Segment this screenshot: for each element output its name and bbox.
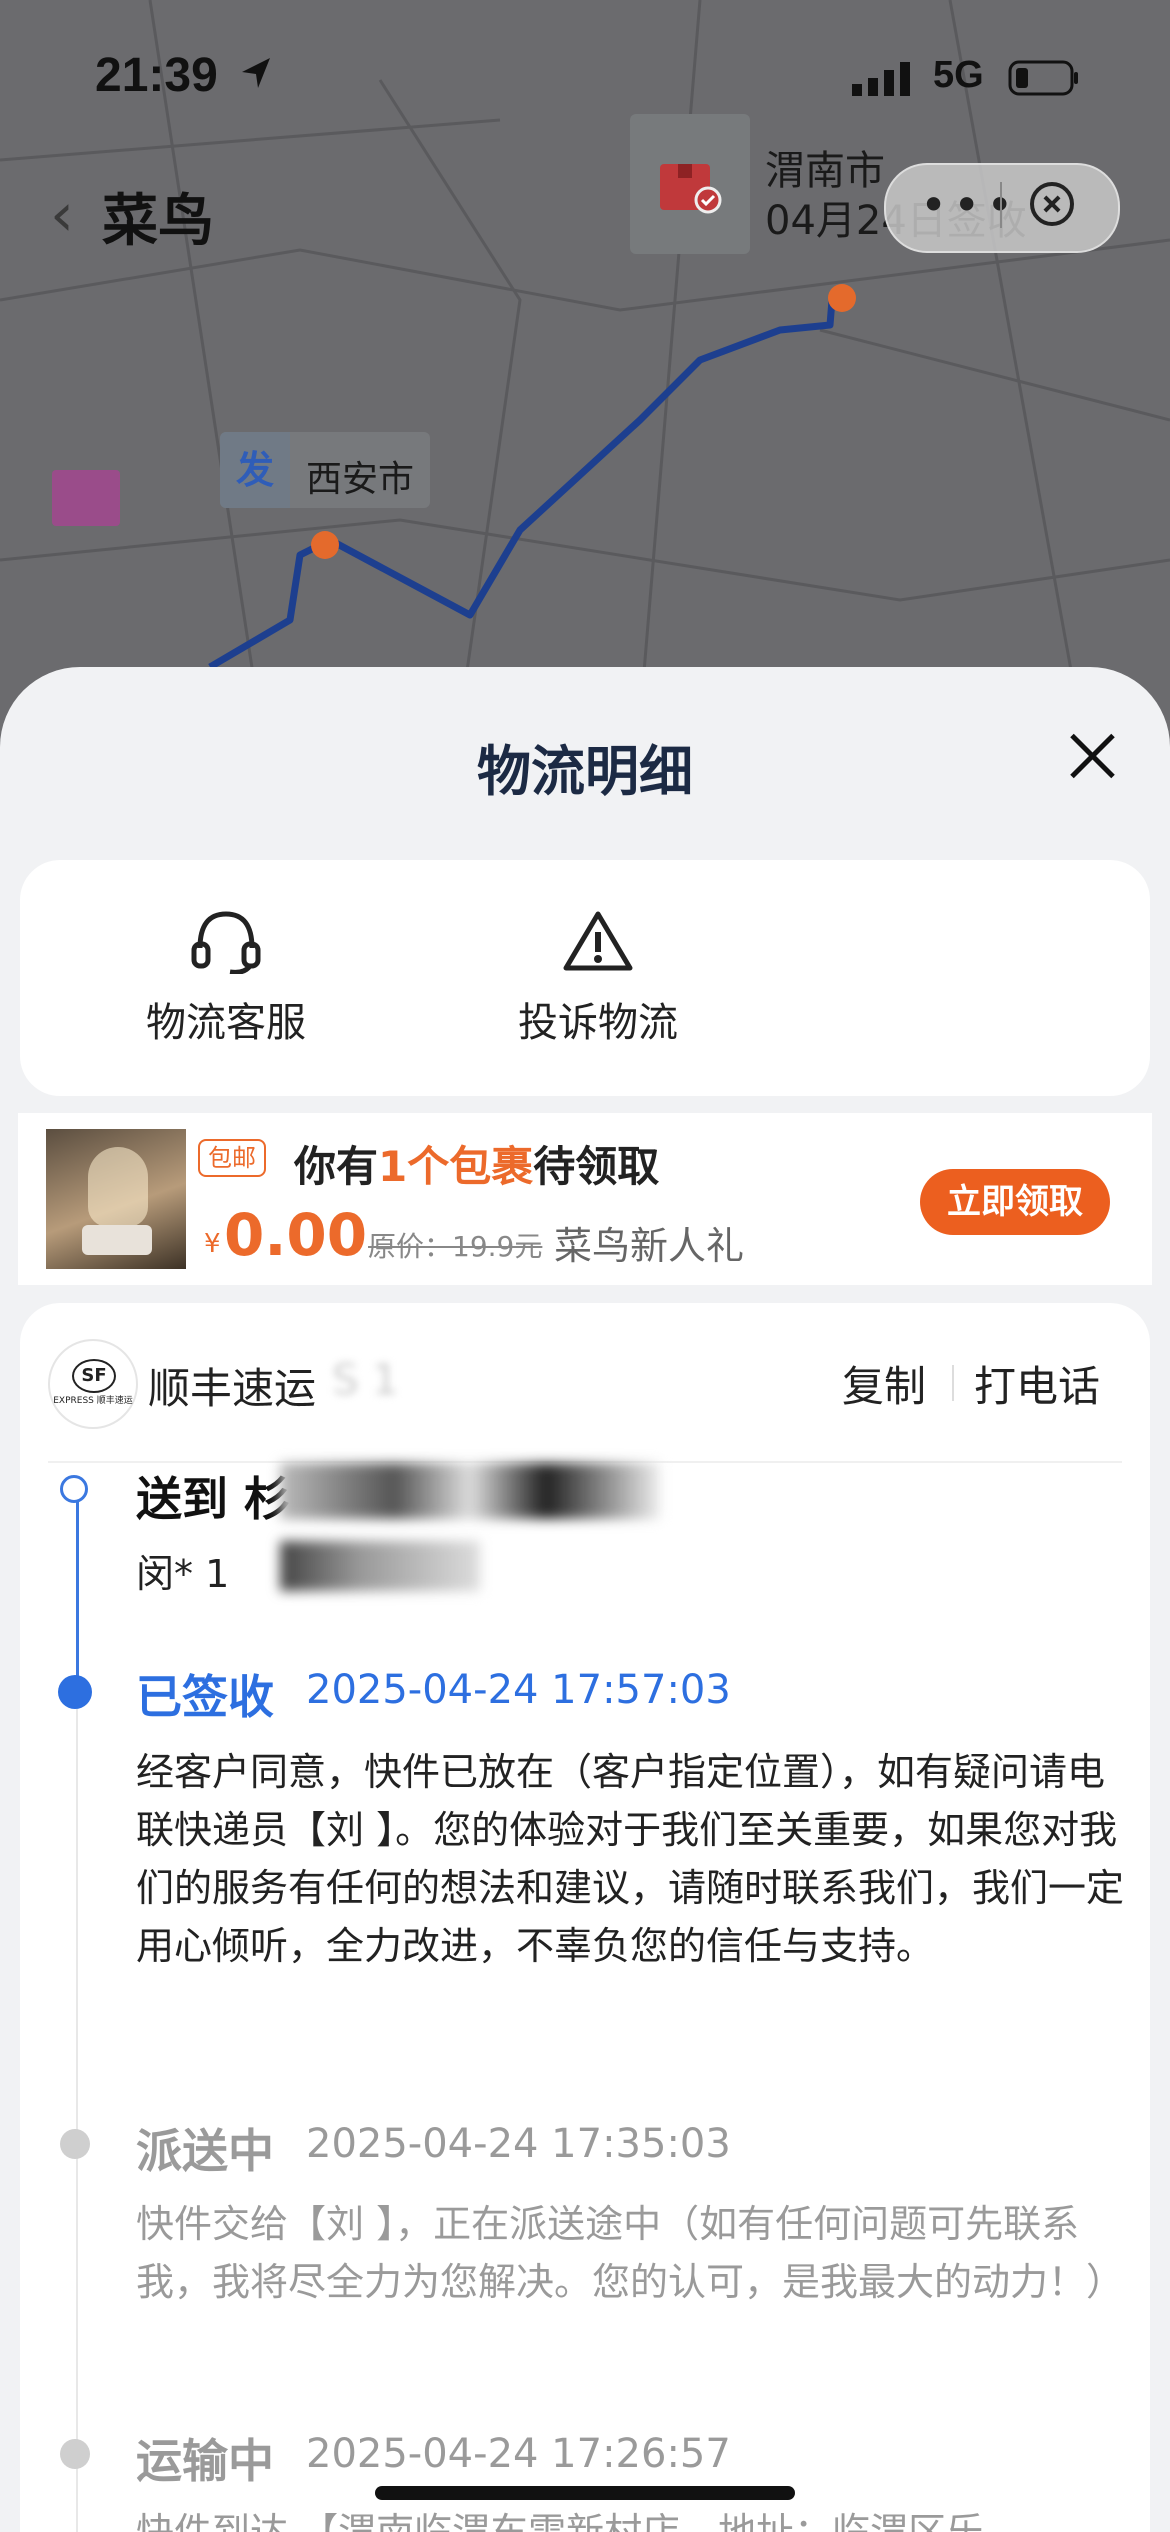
page-title: 菜鸟 <box>102 189 214 254</box>
original-price: 原价：19.9元 <box>368 1230 543 1263</box>
tracking-card: SF EXPRESS 顺丰速运 顺丰速运 S 1 复制 打电话 送到 杉 闵* … <box>20 1303 1150 2532</box>
actions-card: 物流客服 投诉物流 <box>20 860 1150 1096</box>
event-time: 2025-04-24 17:35:03 <box>306 2121 731 2167</box>
timeline-node <box>60 2129 90 2159</box>
action-label: 物流客服 <box>146 1000 306 1046</box>
event-time: 2025-04-24 17:57:03 <box>306 1667 731 1713</box>
product-image <box>46 1129 186 1269</box>
promo-price: 0.00 <box>224 1201 368 1269</box>
send-to-address: 送到 杉 <box>136 1472 291 1526</box>
copy-button[interactable]: 复制 <box>842 1353 926 1414</box>
origin-badge: 发 <box>220 432 290 508</box>
origin-city: 西安市 <box>306 459 415 500</box>
claim-now-button[interactable]: 立即领取 <box>920 1169 1110 1235</box>
carrier-name: 顺丰速运 <box>148 1364 317 1413</box>
close-icon[interactable] <box>1068 731 1118 781</box>
event-description: 快件到达 【渭南临渭车雷新村店，地址：临渭区乐 <box>136 2510 985 2532</box>
package-signed-icon <box>660 164 722 214</box>
capsule-divider <box>1000 182 1002 228</box>
free-shipping-tag: 包邮 <box>198 1139 266 1177</box>
currency-symbol: ¥ <box>204 1229 221 1259</box>
promo-banner[interactable]: 包邮 你有1个包裹待领取 ¥ 0.00 原价：19.9元 菜鸟新人礼 立即领取 <box>18 1113 1152 1285</box>
gift-label: 菜鸟新人礼 <box>554 1224 745 1268</box>
complaint-button[interactable]: 投诉物流 <box>458 860 738 1096</box>
map-view[interactable]: 21:39 5G ‹ 菜鸟 渭南市 04月24日签收 ••• 发 西安市 <box>0 0 1170 720</box>
more-options-icon[interactable]: ••• <box>920 178 1019 232</box>
home-indicator[interactable] <box>375 2486 795 2500</box>
logistics-detail-sheet: 物流明细 物流客服 投诉物流 包邮 你有1个包裹待领取 ¥ 0.00 原价：19… <box>0 667 1170 2532</box>
divider <box>952 1365 954 1401</box>
action-label: 投诉物流 <box>518 1000 678 1046</box>
event-status: 运输中 <box>136 2434 274 2488</box>
event-status: 派送中 <box>136 2124 274 2178</box>
signal-icon <box>852 62 910 96</box>
promo-title: 你有1个包裹待领取 <box>294 1142 660 1191</box>
timeline-line <box>76 1703 78 2532</box>
sheet-title: 物流明细 <box>477 740 693 803</box>
event-description: 经客户同意，快件已放在（客户指定位置），如有疑问请电联快递员【刘 】。您的体验对… <box>136 1750 1125 1968</box>
destination-pin <box>828 284 856 312</box>
close-circle-icon[interactable] <box>1030 182 1074 226</box>
redacted-address <box>280 1463 660 1519</box>
back-chevron-icon[interactable]: ‹ <box>50 180 74 250</box>
headset-icon <box>191 911 261 974</box>
battery-icon <box>1008 60 1078 96</box>
status-bar: 21:39 5G <box>0 0 1170 150</box>
logistics-service-button[interactable]: 物流客服 <box>86 860 366 1096</box>
status-time: 21:39 <box>95 49 218 102</box>
recipient: 闵* 1 <box>136 1552 230 1596</box>
origin-pin <box>311 531 339 559</box>
timeline-node <box>60 2439 90 2469</box>
timeline-line-active <box>76 1491 79 1703</box>
call-button[interactable]: 打电话 <box>974 1353 1100 1414</box>
warning-icon <box>563 911 633 971</box>
timeline-node-destination <box>60 1475 88 1503</box>
event-status: 已签收 <box>136 1670 274 1724</box>
sf-express-logo: SF EXPRESS 顺丰速运 <box>48 1339 138 1429</box>
gift-box-marker <box>52 470 120 526</box>
location-arrow-icon <box>242 58 270 88</box>
network-type: 5G <box>933 54 984 96</box>
timeline-node-active <box>58 1675 92 1709</box>
event-time: 2025-04-24 17:26:57 <box>306 2431 731 2477</box>
tracking-number: S 1 <box>332 1355 399 1404</box>
redacted-phone <box>280 1541 480 1591</box>
event-description: 快件交给【刘 】，正在派送途中（如有任何问题可先联系我，我将尽全力为您解决。您的… <box>136 2202 1125 2304</box>
